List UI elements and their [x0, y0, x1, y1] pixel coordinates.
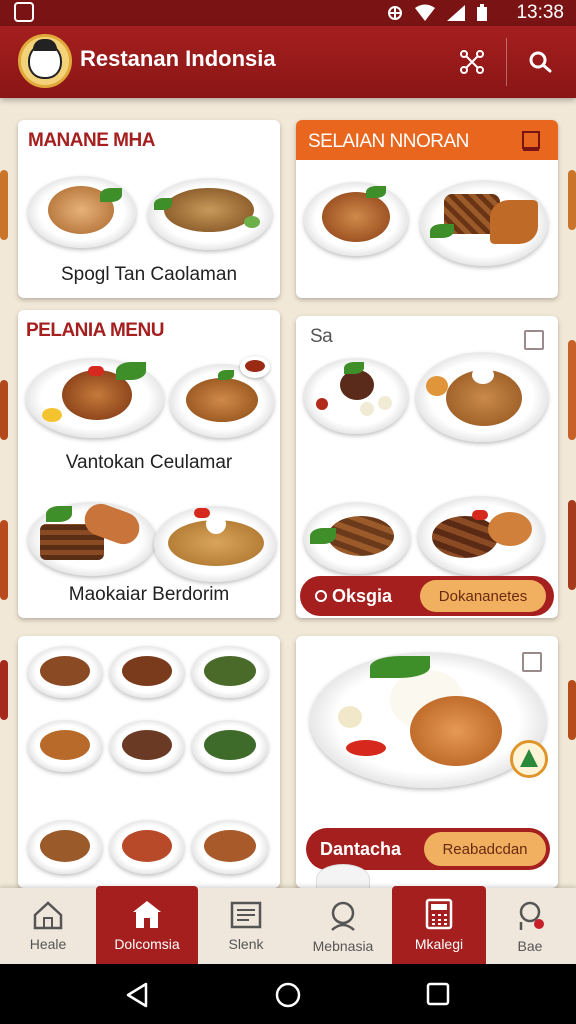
card-title: Sa	[310, 326, 333, 347]
dish-thumbnail[interactable]	[110, 646, 184, 698]
dish-thumbnail[interactable]	[28, 646, 102, 698]
promo-pill[interactable]: Oksgia Dokananetes	[300, 576, 554, 616]
ornament-icon	[315, 590, 327, 602]
home-circle-icon[interactable]	[275, 982, 301, 1008]
status-time: 13:38	[516, 2, 564, 23]
edge-peek-left	[0, 170, 8, 240]
menu-card-manane-mha[interactable]: MANANE MHA Spogl Tan Caolaman	[18, 120, 280, 298]
edge-peek-left	[0, 520, 8, 600]
signal-icon	[447, 5, 465, 21]
edge-peek-right	[568, 340, 576, 440]
dish-thumbnail[interactable]	[192, 820, 268, 874]
dish-image-featured	[310, 652, 546, 788]
dish-thumbnail[interactable]	[28, 720, 102, 772]
dish-image	[28, 176, 136, 248]
dish-image	[304, 182, 408, 256]
dish-thumbnail[interactable]	[110, 820, 184, 874]
dish-image	[154, 506, 276, 582]
card-title: PELANIA MENU	[26, 320, 164, 341]
bookmark-icon[interactable]	[520, 130, 542, 152]
dish-image	[418, 496, 544, 576]
status-icons	[386, 4, 488, 22]
nav-label: Slenk	[228, 936, 264, 952]
recents-icon[interactable]	[426, 982, 450, 1006]
nav-item-mebnasia[interactable]: Mebnasia	[296, 888, 390, 964]
restaurant-icon	[133, 901, 161, 928]
edge-peek-left	[0, 660, 8, 720]
dish-image	[420, 180, 548, 266]
appbar-divider	[506, 38, 507, 86]
edge-peek-right	[568, 170, 576, 230]
dish-thumbnail[interactable]	[192, 720, 268, 772]
pill-action-button[interactable]: Reabadcdan	[424, 832, 546, 866]
app-title: Restanan Indonsia	[80, 46, 276, 71]
search-icon	[529, 51, 552, 73]
back-icon[interactable]	[124, 982, 150, 1008]
dish-thumbnail[interactable]	[192, 646, 268, 698]
profile-notification-icon	[519, 901, 544, 930]
nav-label: Mkalegi	[414, 936, 464, 952]
dish-image	[148, 178, 272, 250]
nav-label: Dolcomsia	[114, 936, 180, 952]
edge-peek-right	[568, 680, 576, 740]
card-caption: Maokaiar Berdorim	[68, 584, 230, 605]
home-icon	[33, 901, 63, 930]
sauce-bowl	[240, 356, 270, 378]
dish-image	[416, 352, 548, 442]
menu-card-dish-grid[interactable]	[18, 636, 280, 888]
card-caption: Spogl Tan Caolaman	[60, 264, 238, 285]
share-button[interactable]	[452, 42, 492, 82]
halal-badge-icon	[510, 740, 548, 778]
dish-image	[304, 502, 410, 574]
nav-item-dolcomsia[interactable]: Dolcomsia	[96, 886, 198, 964]
nav-item-bae[interactable]: Bae	[488, 888, 572, 964]
card-title: MANANE MHA	[28, 130, 155, 151]
search-button[interactable]	[520, 42, 560, 82]
wifi-icon	[415, 4, 435, 21]
expand-icon[interactable]	[522, 652, 542, 672]
pill-label: Oksgia	[332, 585, 393, 606]
search-person-icon	[331, 901, 355, 931]
nav-item-mkalegi[interactable]: Mkalegi	[392, 886, 486, 964]
share-nodes-icon	[460, 50, 484, 74]
notification-icon	[14, 2, 34, 22]
menu-list-icon	[230, 901, 262, 929]
status-bar: 13:38	[0, 0, 576, 26]
calculator-icon	[425, 898, 453, 930]
restaurant-logo[interactable]	[18, 34, 72, 88]
edge-peek-left	[0, 380, 8, 440]
logo-character-icon	[28, 39, 62, 79]
dish-thumbnail[interactable]	[110, 720, 184, 772]
dish-image	[26, 358, 164, 438]
menu-card-featured[interactable]: Dantacha Reabadcdan	[296, 636, 558, 888]
app-bar: Restanan Indonsia	[0, 26, 576, 98]
nav-label: Bae	[517, 938, 543, 954]
dish-image	[304, 358, 408, 434]
pill-label: Dantacha	[320, 838, 402, 859]
dish-thumbnail[interactable]	[28, 820, 102, 874]
menu-card-selaian-nnoran[interactable]: SELAIAN NNORAN	[296, 120, 558, 298]
nav-item-slenk[interactable]: Slenk	[200, 888, 292, 964]
expand-icon[interactable]	[524, 330, 544, 350]
pill-action-button[interactable]: Dokananetes	[420, 580, 546, 612]
bluetooth-icon	[388, 6, 402, 20]
card-caption: Vantokan Ceulamar	[65, 452, 233, 473]
dish-image	[28, 499, 156, 576]
edge-peek-right	[568, 500, 576, 590]
nav-label: Mebnasia	[312, 938, 374, 954]
card-title: SELAIAN NNORAN	[308, 131, 469, 152]
battery-icon	[477, 4, 487, 21]
system-navigation-bar	[0, 964, 576, 1024]
menu-card-sa[interactable]: Sa Oksgia Dokananetes	[296, 316, 558, 618]
bottom-nav: Heale Dolcomsia Slenk Mebnasia Mkalegi B…	[0, 886, 576, 964]
nav-label: Heale	[29, 936, 67, 952]
menu-card-pelania-menu[interactable]: PELANIA MENU Vantokan Ceulamar Maokaiar …	[18, 310, 280, 618]
decorative-dish	[316, 864, 370, 888]
nav-item-heale[interactable]: Heale	[4, 888, 92, 964]
